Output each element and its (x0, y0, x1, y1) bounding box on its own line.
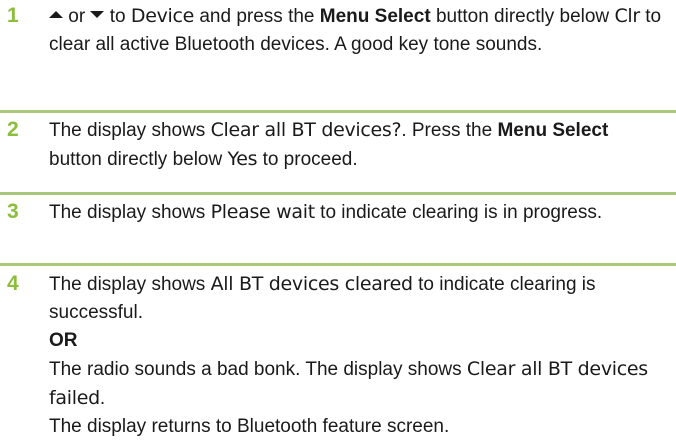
step-text: or to Device and press the Menu Select b… (49, 5, 662, 55)
display-text-yes: Yes (227, 148, 258, 170)
menu-select-label: Menu Select (319, 6, 431, 27)
step-text: The display shows Please wait to indicat… (49, 201, 603, 223)
divider (0, 192, 676, 195)
down-triangle-icon (90, 11, 105, 19)
step-1: 1 or to Device and press the Menu Select… (0, 2, 676, 59)
divider (0, 110, 676, 113)
up-triangle-icon (49, 11, 63, 19)
display-text-clr: Clr (614, 5, 640, 27)
or-label: OR (49, 330, 78, 351)
step-2: 2 The display shows Clear all BT devices… (0, 116, 676, 174)
step-number: 1 (7, 4, 19, 27)
returns-text: The display returns to Bluetooth feature… (49, 416, 450, 437)
step-number: 3 (7, 200, 19, 223)
step-3: 3 The display shows Please wait to indic… (0, 198, 676, 227)
display-text-please-wait: Please wait (210, 201, 316, 223)
step-number: 2 (7, 118, 19, 141)
display-text-clear-all: Clear all BT devices? (210, 119, 402, 141)
step-text: The display shows Clear all BT devices?.… (49, 119, 609, 170)
menu-select-label: Menu Select (497, 120, 609, 141)
step-text: The display shows All BT devices cleared… (49, 270, 666, 441)
divider (0, 263, 676, 266)
step-4: 4 The display shows All BT devices clear… (0, 270, 676, 441)
display-text-device: Device (130, 5, 195, 27)
step-number: 4 (7, 272, 19, 295)
display-text-all-cleared: All BT devices cleared (210, 273, 414, 295)
